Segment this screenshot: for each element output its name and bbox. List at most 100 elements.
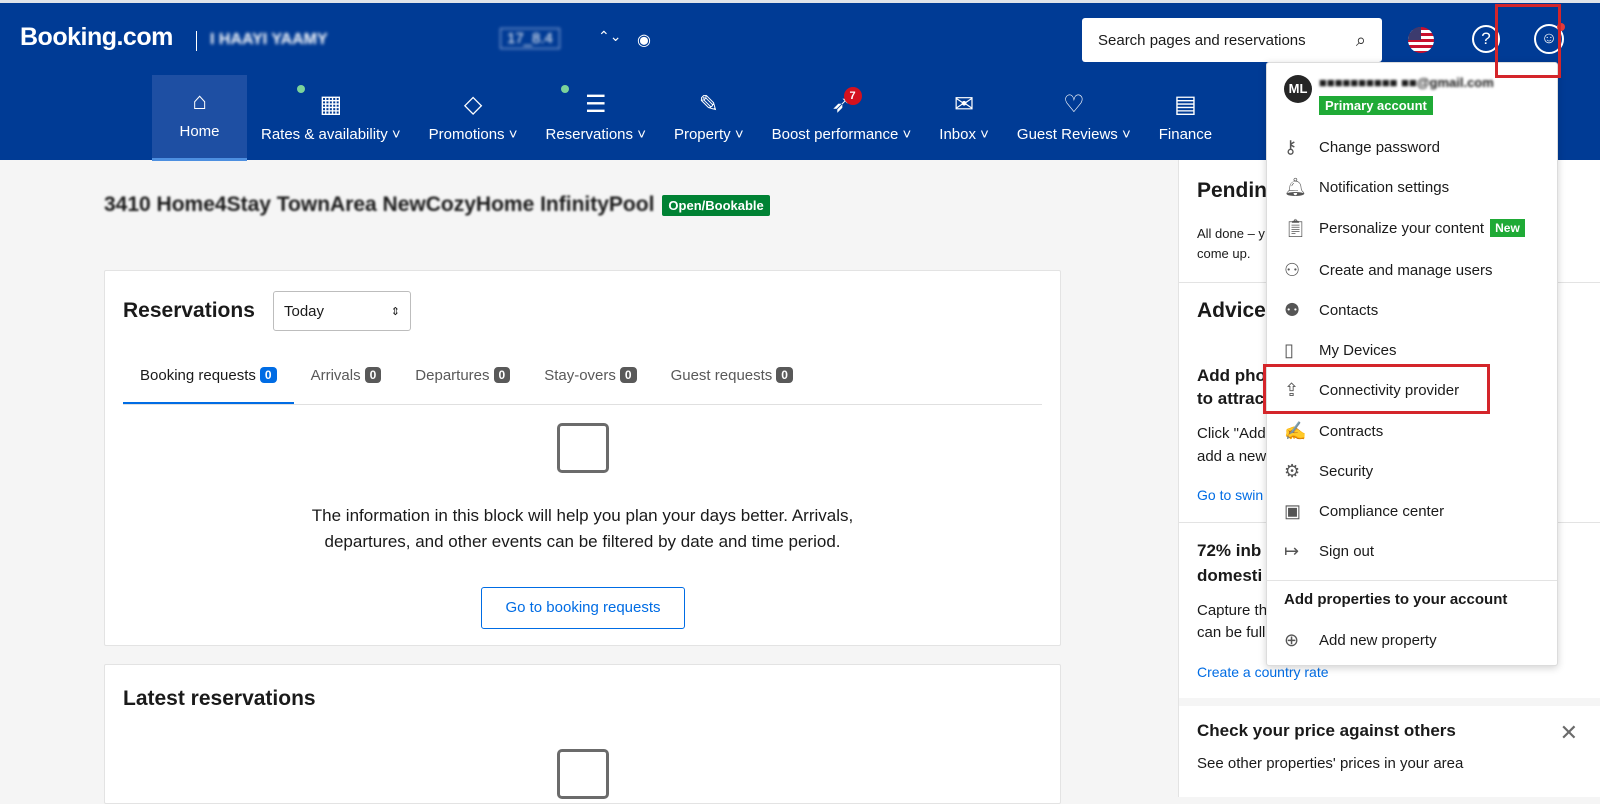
tip-title: to attrac: [1197, 389, 1265, 408]
property-title: 3410 Home4Stay TownArea NewCozyHome Infi…: [104, 193, 655, 216]
menu-item-security[interactable]: ⚙ Security: [1267, 451, 1557, 491]
pencil-icon: ✎: [698, 91, 719, 118]
calendar-empty-icon: [557, 749, 609, 799]
nav-guest-reviews[interactable]: ♡ Guest Reviews ˅: [1003, 75, 1145, 161]
divider: [1179, 698, 1600, 706]
menu-item-notification-settings[interactable]: 🔔︎ Notification settings: [1267, 167, 1557, 207]
user-add-icon: ⚇: [1284, 259, 1301, 280]
heart-icon: ♡: [1063, 91, 1085, 118]
status-dot: [561, 85, 570, 93]
menu-item-contacts[interactable]: ⚉ Contacts: [1267, 290, 1557, 330]
go-to-booking-requests-button[interactable]: Go to booking requests: [481, 587, 685, 629]
device-icon: ▯: [1284, 339, 1294, 360]
divider: [1267, 580, 1557, 581]
notification-badge: 7: [843, 87, 862, 105]
count-badge: 0: [776, 367, 793, 383]
nav-label: Boost performance ˅: [771, 126, 912, 143]
eye-icon[interactable]: ◉: [637, 30, 651, 50]
calendar-icon: ▦: [319, 91, 343, 118]
nav-label: Promotions ˅: [428, 126, 518, 143]
count-badge: 0: [619, 367, 637, 383]
menu-item-compliance-center[interactable]: ▣ Compliance center: [1267, 491, 1557, 531]
contacts-icon: ⚉: [1284, 299, 1301, 320]
highlight-box-connectivity: [1263, 364, 1490, 414]
add-properties-heading: Add properties to your account: [1284, 591, 1508, 608]
tab-stay-overs[interactable]: Stay-overs 0: [527, 363, 653, 404]
tip-title: Add pho: [1197, 366, 1266, 385]
plus-circle-icon: ⊕: [1284, 629, 1300, 650]
nav-promotions[interactable]: ◇ Promotions ˅: [415, 75, 532, 161]
tag-icon: ◇: [463, 91, 483, 118]
menu-item-create-manage-users[interactable]: ⚇ Create and manage users: [1267, 250, 1557, 290]
clipboard-heart-icon: 📋︎: [1284, 217, 1307, 238]
count-badge: 0: [493, 367, 511, 383]
nav-inbox[interactable]: ✉ Inbox ˅: [925, 75, 1003, 161]
menu-item-sign-out[interactable]: ↦ Sign out: [1267, 531, 1557, 571]
us-flag-icon[interactable]: [1408, 27, 1434, 53]
account-id: 17_8.4: [500, 28, 560, 49]
calendar-empty-icon: [557, 423, 609, 473]
compliance-icon: ▣: [1284, 500, 1302, 521]
nav-label: Property ˅: [673, 126, 744, 143]
mail-icon: ✉: [954, 91, 975, 118]
pending-title: Pendin: [1197, 179, 1268, 202]
key-icon: ⚷: [1284, 136, 1298, 157]
tab-guest-requests[interactable]: Guest requests 0: [654, 363, 810, 404]
tip-title: 72% inb: [1197, 541, 1262, 560]
tip-text: Click "Add: [1197, 425, 1266, 442]
count-badge: 0: [364, 367, 382, 383]
sign-out-icon: ↦: [1284, 540, 1300, 561]
search-input[interactable]: Search pages and reservations ⌕: [1082, 18, 1382, 62]
tab-departures[interactable]: Departures 0: [398, 363, 527, 404]
tab-arrivals[interactable]: Arrivals 0: [294, 363, 399, 404]
nav-rates[interactable]: ▦ Rates & availability ˅: [247, 75, 415, 161]
property-header: 3410 Home4Stay TownArea NewCozyHome Infi…: [104, 193, 770, 217]
menu-item-personalize-content[interactable]: 📋︎ Personalize your content New: [1267, 208, 1557, 248]
primary-account-badge: Primary account: [1319, 96, 1433, 115]
nav-boost-performance[interactable]: 7 ➶ Boost performance ˅: [758, 75, 926, 161]
tip-link[interactable]: Go to swin: [1197, 484, 1263, 506]
chevron-updown-icon: ⇕: [390, 305, 400, 318]
tip-title: domesti: [1197, 566, 1263, 585]
list-icon: ☰: [584, 91, 607, 118]
nav-label: Reservations ˅: [545, 126, 646, 143]
new-badge: New: [1490, 219, 1525, 237]
nav-label: Guest Reviews ˅: [1016, 126, 1131, 143]
latest-reservations-title: Latest reservations: [123, 687, 316, 710]
booking-logo[interactable]: Booking.com: [20, 23, 173, 52]
search-placeholder: Search pages and reservations: [1098, 31, 1306, 49]
advice-title: Advice: [1197, 299, 1266, 322]
bell-icon: 🔔︎: [1284, 176, 1307, 197]
menu-item-change-password[interactable]: ⚷ Change password: [1267, 127, 1557, 167]
reservations-card: Reservations Today ⇕ Booking requests 0 Ar…: [104, 270, 1061, 646]
tab-booking-requests[interactable]: Booking requests 0: [123, 363, 294, 404]
price-check-text: See other properties' prices in your are…: [1197, 755, 1464, 772]
close-icon[interactable]: ✕: [1560, 720, 1578, 746]
menu-item-contracts[interactable]: ✍ Contracts: [1267, 411, 1557, 451]
tip-text: can be full: [1197, 624, 1266, 641]
price-check-title: Check your price against others: [1197, 721, 1456, 740]
nav-reservations[interactable]: ☰ Reservations ˅: [531, 75, 659, 161]
nav-label: Home: [179, 123, 220, 140]
nav-home[interactable]: ⌂ Home: [152, 75, 247, 161]
reservations-title: Reservations: [123, 299, 255, 322]
pending-text: All done – y: [1197, 226, 1265, 241]
count-badge: 0: [259, 367, 277, 383]
account-email: ■■■■■■■■■■ ■■@gmail.com: [1319, 75, 1494, 90]
gear-icon: ⚙: [1284, 460, 1301, 481]
divider: [196, 31, 197, 51]
period-select[interactable]: Today ⇕: [273, 291, 411, 331]
latest-reservations-card: Latest reservations: [104, 664, 1061, 804]
info-text: The information in this block will help …: [311, 506, 854, 551]
period-value: Today: [284, 302, 325, 320]
tip-text: add a new: [1197, 448, 1267, 465]
nav-finance[interactable]: ▤ Finance: [1145, 75, 1226, 161]
tip-text: Capture th: [1197, 602, 1268, 619]
home-icon: ⌂: [192, 88, 207, 115]
main-nav: ⌂ Home ▦ Rates & availability ˅ ◇ Promotion…: [152, 75, 1226, 163]
highlight-box-account: [1495, 4, 1561, 78]
account-switch-icon[interactable]: ⌃⌄: [598, 28, 621, 45]
search-icon[interactable]: ⌕: [1356, 30, 1366, 51]
menu-item-add-new-property[interactable]: ⊕ Add new property: [1267, 620, 1557, 660]
nav-property[interactable]: ✎ Property ˅: [660, 75, 758, 161]
